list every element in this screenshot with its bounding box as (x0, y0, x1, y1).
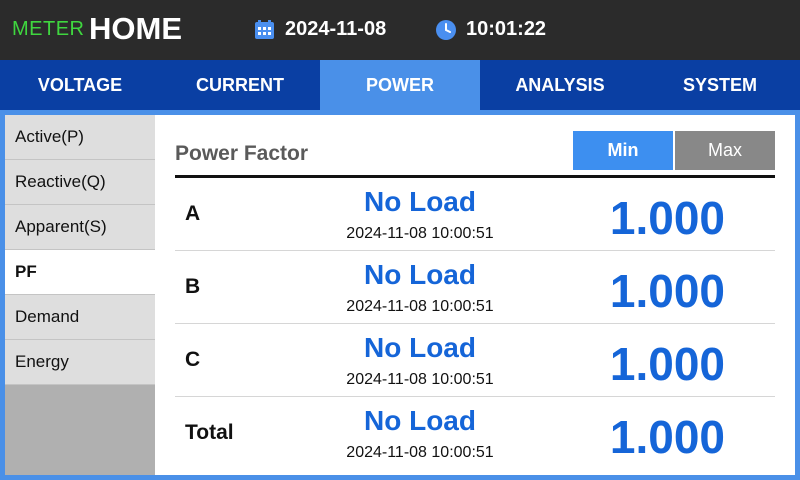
phase-label: B (185, 275, 201, 298)
status-timestamp: 2024-11-08 10:00:51 (346, 225, 494, 242)
sidebar: Active(P) Reactive(Q) Apparent(S) PF Dem… (5, 115, 155, 475)
load-status: No Load (364, 186, 476, 217)
pf-row-c: C No Load 2024-11-08 10:00:51 1.000 (175, 324, 775, 397)
pf-row-a: A No Load 2024-11-08 10:00:51 1.000 (175, 178, 775, 251)
pf-value: 1.000 (609, 192, 725, 244)
page-title: HOME (89, 11, 182, 46)
sidebar-item-demand[interactable]: Demand (5, 295, 155, 340)
header-bar: METER HOME 2024-11-08 10:01:22 (0, 0, 800, 60)
load-status: No Load (364, 259, 476, 290)
panel-title: Power Factor (175, 142, 309, 165)
brand-label: METER (12, 18, 85, 40)
phase-label: C (185, 348, 201, 371)
header-time: 10:01:22 (466, 18, 547, 40)
main-tab-bar: VOLTAGE CURRENT POWER ANALYSIS SYSTEM (0, 60, 800, 110)
pf-table: A No Load 2024-11-08 10:00:51 1.000 B No… (175, 178, 775, 470)
status-timestamp: 2024-11-08 10:00:51 (346, 444, 494, 461)
pf-value: 1.000 (609, 411, 725, 463)
sidebar-item-reactive[interactable]: Reactive(Q) (5, 160, 155, 205)
min-button[interactable]: Min (573, 131, 673, 170)
sidebar-item-apparent[interactable]: Apparent(S) (5, 205, 155, 250)
tab-voltage[interactable]: VOLTAGE (0, 60, 160, 110)
tab-current[interactable]: CURRENT (160, 60, 320, 110)
status-timestamp: 2024-11-08 10:00:51 (346, 298, 494, 315)
load-status: No Load (364, 405, 476, 436)
pf-row-b: B No Load 2024-11-08 10:00:51 1.000 (175, 251, 775, 324)
power-factor-panel: Power Factor Min Max A No Load 2024-11-0… (155, 115, 795, 475)
sidebar-item-energy[interactable]: Energy (5, 340, 155, 385)
load-status: No Load (364, 332, 476, 363)
phase-label: A (185, 202, 201, 225)
calendar-icon (255, 20, 274, 39)
tab-analysis[interactable]: ANALYSIS (480, 60, 640, 110)
sidebar-item-pf[interactable]: PF (5, 250, 155, 295)
pf-value: 1.000 (609, 338, 725, 390)
sidebar-item-active[interactable]: Active(P) (5, 115, 155, 160)
tab-system[interactable]: SYSTEM (640, 60, 800, 110)
pf-row-total: Total No Load 2024-11-08 10:00:51 1.000 (175, 397, 775, 470)
header-date: 2024-11-08 (285, 18, 387, 40)
status-timestamp: 2024-11-08 10:00:51 (346, 371, 494, 388)
pf-value: 1.000 (609, 265, 725, 317)
clock-icon (436, 20, 456, 40)
phase-label: Total (185, 421, 234, 444)
max-button[interactable]: Max (675, 131, 775, 170)
tab-power[interactable]: POWER (320, 60, 480, 110)
